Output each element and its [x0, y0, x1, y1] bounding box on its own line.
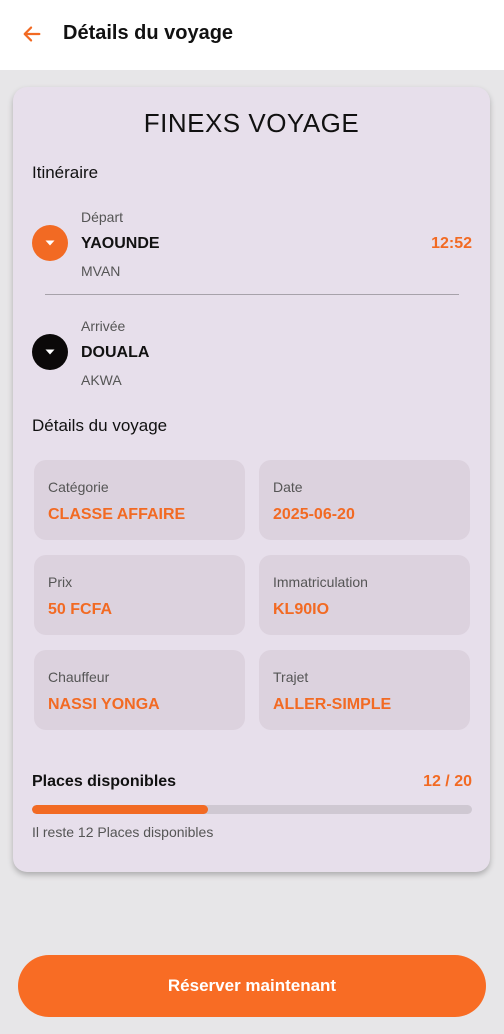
- itinerary-title: Itinéraire: [32, 163, 99, 182]
- itinerary-divider: [45, 294, 459, 295]
- places-note: Il reste 12 Places disponibles: [32, 824, 214, 840]
- arrival-city: DOUALA: [81, 344, 150, 361]
- detail-label: Trajet: [273, 669, 309, 685]
- departure-city: YAOUNDE: [81, 235, 160, 252]
- arrow-left-icon: [23, 26, 41, 42]
- back-button[interactable]: [18, 20, 46, 48]
- book-now-button[interactable]: Réserver maintenant: [18, 955, 486, 1017]
- book-now-label: Réserver maintenant: [167, 976, 337, 995]
- detail-tile-price: Prix 50 FCFA: [34, 555, 245, 635]
- arrival-marker: [32, 334, 68, 370]
- places-label: Places disponibles: [32, 773, 177, 790]
- departure-station: MVAN: [81, 263, 121, 279]
- detail-label: Catégorie: [48, 479, 109, 495]
- arrival-stop: Arrivée DOUALA AKWA: [32, 309, 472, 389]
- detail-tile-driver: Chauffeur NASSI YONGA: [34, 650, 245, 730]
- detail-value: CLASSE AFFAIRE: [48, 506, 186, 523]
- places-progress-bar: [32, 805, 472, 814]
- detail-value: NASSI YONGA: [48, 696, 160, 713]
- departure-time: 12:52: [431, 235, 472, 252]
- company-name: FINEXS VOYAGE: [143, 108, 360, 138]
- arrival-station: AKWA: [81, 372, 122, 388]
- detail-tile-trip-type: Trajet ALLER-SIMPLE: [259, 650, 470, 730]
- departure-stop: Départ YAOUNDE MVAN 12:52: [32, 200, 472, 280]
- detail-tile-date: Date 2025-06-20: [259, 460, 470, 540]
- places-count: 12 / 20: [423, 773, 472, 790]
- detail-tile-registration: Immatriculation KL90IO: [259, 555, 470, 635]
- detail-label: Immatriculation: [273, 574, 368, 590]
- page-title: Détails du voyage: [63, 22, 234, 44]
- departure-caption: Départ: [81, 209, 124, 225]
- chevron-down-icon: [45, 349, 55, 355]
- places-progress-fill: [32, 805, 208, 814]
- detail-label: Prix: [48, 574, 73, 590]
- detail-value: ALLER-SIMPLE: [273, 696, 392, 713]
- detail-tile-category: Catégorie CLASSE AFFAIRE: [34, 460, 245, 540]
- details-title: Détails du voyage: [32, 416, 168, 435]
- detail-value: KL90IO: [273, 601, 330, 618]
- detail-value: 2025-06-20: [273, 506, 355, 523]
- detail-value: 50 FCFA: [48, 601, 113, 618]
- trip-card: FINEXS VOYAGE Itinéraire Départ YAOUNDE …: [13, 87, 490, 872]
- detail-label: Chauffeur: [48, 669, 110, 685]
- arrival-caption: Arrivée: [81, 318, 126, 334]
- app-bar: Détails du voyage: [0, 0, 504, 70]
- detail-label: Date: [273, 479, 303, 495]
- departure-marker: [32, 225, 68, 261]
- chevron-down-icon: [45, 240, 55, 246]
